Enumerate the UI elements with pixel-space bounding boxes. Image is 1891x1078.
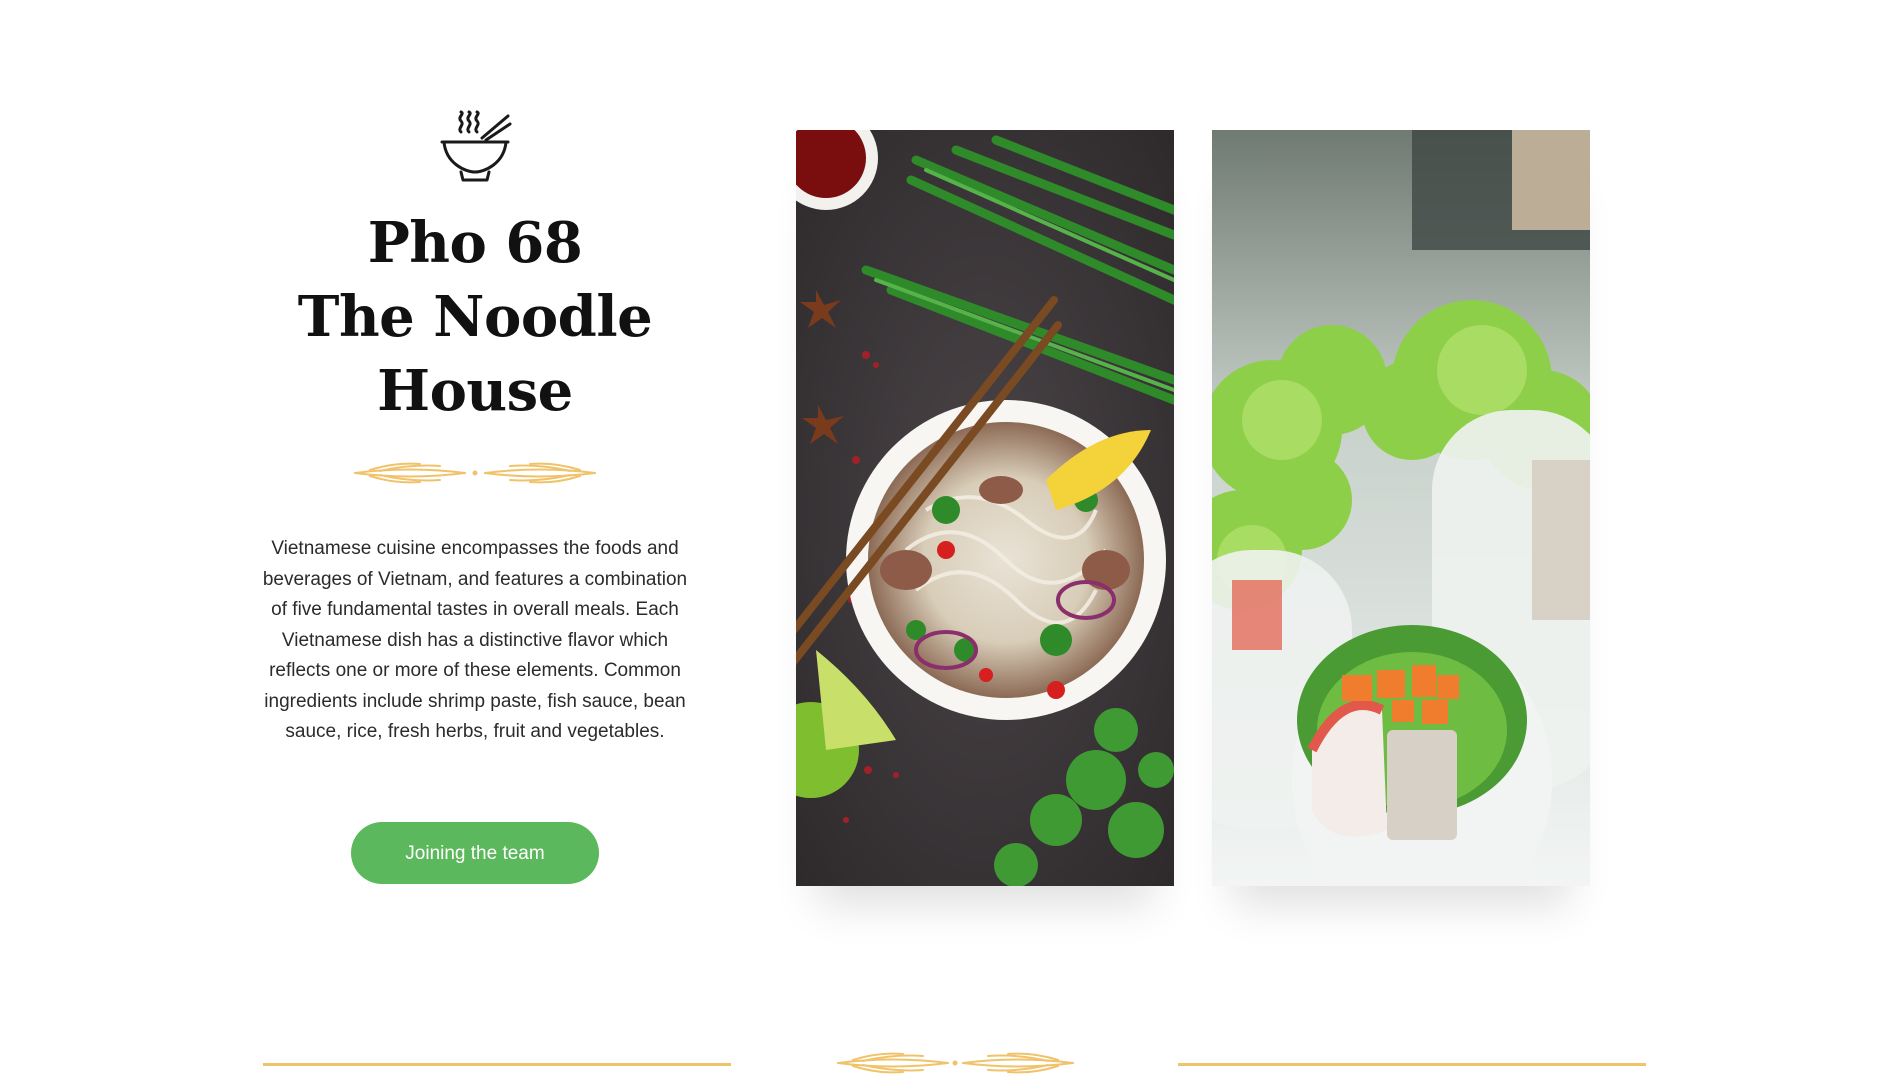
intro-description: Vietnamese cuisine encompasses the foods… xyxy=(262,538,688,742)
page-title: Pho 68 The Noodle House xyxy=(240,206,710,428)
bottom-divider-right xyxy=(1178,1063,1646,1066)
bottom-wheat-ornament xyxy=(837,1052,1074,1074)
noodle-bowl-icon xyxy=(440,110,512,182)
intro-section: Pho 68 The Noodle House Vietnamese cuisi… xyxy=(240,110,710,884)
pho-bowl-photo xyxy=(796,130,1174,886)
title-line-2: The Noodle xyxy=(297,284,653,350)
title-line-3: House xyxy=(377,358,573,424)
spring-rolls-photo xyxy=(1212,130,1590,886)
title-line-1: Pho 68 xyxy=(367,210,583,276)
bottom-divider-left xyxy=(263,1063,731,1066)
wheat-divider-ornament xyxy=(354,462,596,484)
join-team-button[interactable]: Joining the team xyxy=(351,821,599,884)
